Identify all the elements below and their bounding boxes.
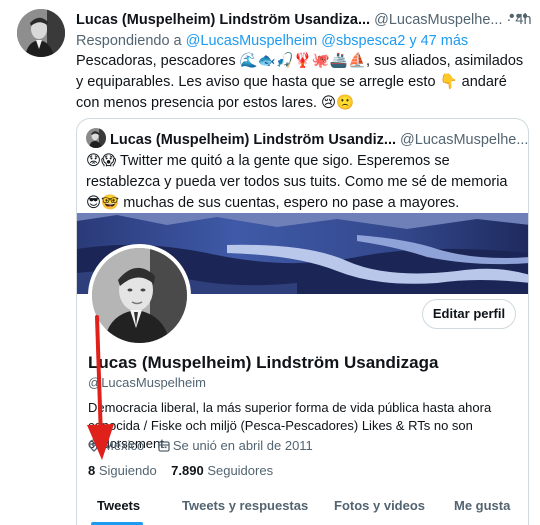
author-avatar[interactable]	[17, 9, 65, 57]
replying-to-mentions[interactable]: @LucasMuspelheim @sbspesca2 y 47 más	[186, 33, 469, 49]
profile-joined-text: Se unió en abril de 2011	[172, 438, 313, 453]
tweet-emojis-sad: 😢🙁	[321, 95, 355, 111]
followers-label: Seguidores	[207, 463, 274, 478]
following-count: 8	[88, 463, 96, 478]
following-label: Siguiendo	[98, 463, 157, 478]
profile-screenshot[interactable]: Editar perfil Lucas (Muspelheim) Lindstr…	[77, 213, 528, 525]
followers-link[interactable]: 7.890 Seguidores	[171, 463, 273, 478]
profile-avatar	[88, 244, 191, 347]
profile-follow-counts: 8 Siguiendo 7.890 Seguidores	[88, 463, 273, 478]
tab-likes[interactable]: Me gusta	[454, 498, 510, 513]
edit-profile-button[interactable]: Editar perfil	[422, 299, 516, 329]
tweet-header: Lucas (Muspelheim) Lindström Usandiza...…	[76, 10, 532, 30]
author-handle[interactable]: @LucasMuspelhe...	[374, 12, 502, 28]
quoted-tweet-header: Lucas (Muspelheim) Lindström Usandiz... …	[86, 128, 529, 150]
tweet-text: Pescadoras, pescadores 🌊🐟🎣🦞🐙🚢⛵, sus alia…	[76, 51, 531, 114]
quoted-author-name: Lucas (Muspelheim) Lindström Usandiz...	[110, 132, 397, 148]
quoted-text-part-2: muchas de sus cuentas, espero no pase a …	[119, 195, 460, 211]
calendar-icon	[158, 441, 170, 452]
tweet-text-part-1: Pescadoras, pescadores	[76, 53, 240, 69]
profile-tabs: Tweets Tweets y respuestas Fotos y video…	[77, 486, 528, 525]
more-horizontal-icon[interactable]: •••	[509, 8, 529, 26]
tab-photos-and-videos[interactable]: Fotos y videos	[334, 498, 425, 513]
replying-to-label: Respondiendo a	[76, 33, 182, 49]
quoted-author-avatar	[86, 128, 106, 148]
profile-meta: México Se unió en abril de 2011	[88, 438, 323, 453]
profile-joined: Se unió en abril de 2011	[158, 438, 313, 453]
profile-location: México	[88, 438, 144, 453]
author-name[interactable]: Lucas (Muspelheim) Lindström Usandiza...	[76, 12, 370, 28]
profile-handle: @LucasMuspelheim	[88, 375, 206, 390]
tab-tweets-and-replies[interactable]: Tweets y respuestas	[182, 498, 308, 513]
followers-count: 7.890	[171, 463, 204, 478]
quoted-author-handle: @LucasMuspelhe...	[400, 132, 529, 148]
profile-name: Lucas (Muspelheim) Lindström Usandizaga	[88, 353, 439, 372]
profile-location-text: México	[103, 438, 145, 453]
tweet-emojis-fishing: 🌊🐟🎣🦞🐙🚢⛵	[239, 53, 367, 69]
location-pin-icon	[88, 439, 100, 452]
quoted-text-part-1: Twitter me quitó a la gente que sigo. Es…	[86, 153, 508, 190]
following-link[interactable]: 8 Siguiendo	[88, 463, 157, 478]
quoted-emojis-worried: 😟😱	[86, 153, 117, 169]
quoted-tweet[interactable]: Lucas (Muspelheim) Lindström Usandiz... …	[76, 118, 529, 525]
quoted-tweet-text: 😟😱 Twitter me quitó a la gente que sigo.…	[86, 151, 523, 214]
tweet[interactable]: Lucas (Muspelheim) Lindström Usandiza...…	[0, 0, 540, 525]
tab-tweets[interactable]: Tweets	[97, 498, 140, 513]
tweet-emoji-point-down: 👇	[439, 74, 458, 90]
quoted-emojis-cool: 😎🤓	[86, 195, 120, 211]
replying-to: Respondiendo a @LucasMuspelheim @sbspesc…	[76, 31, 468, 51]
